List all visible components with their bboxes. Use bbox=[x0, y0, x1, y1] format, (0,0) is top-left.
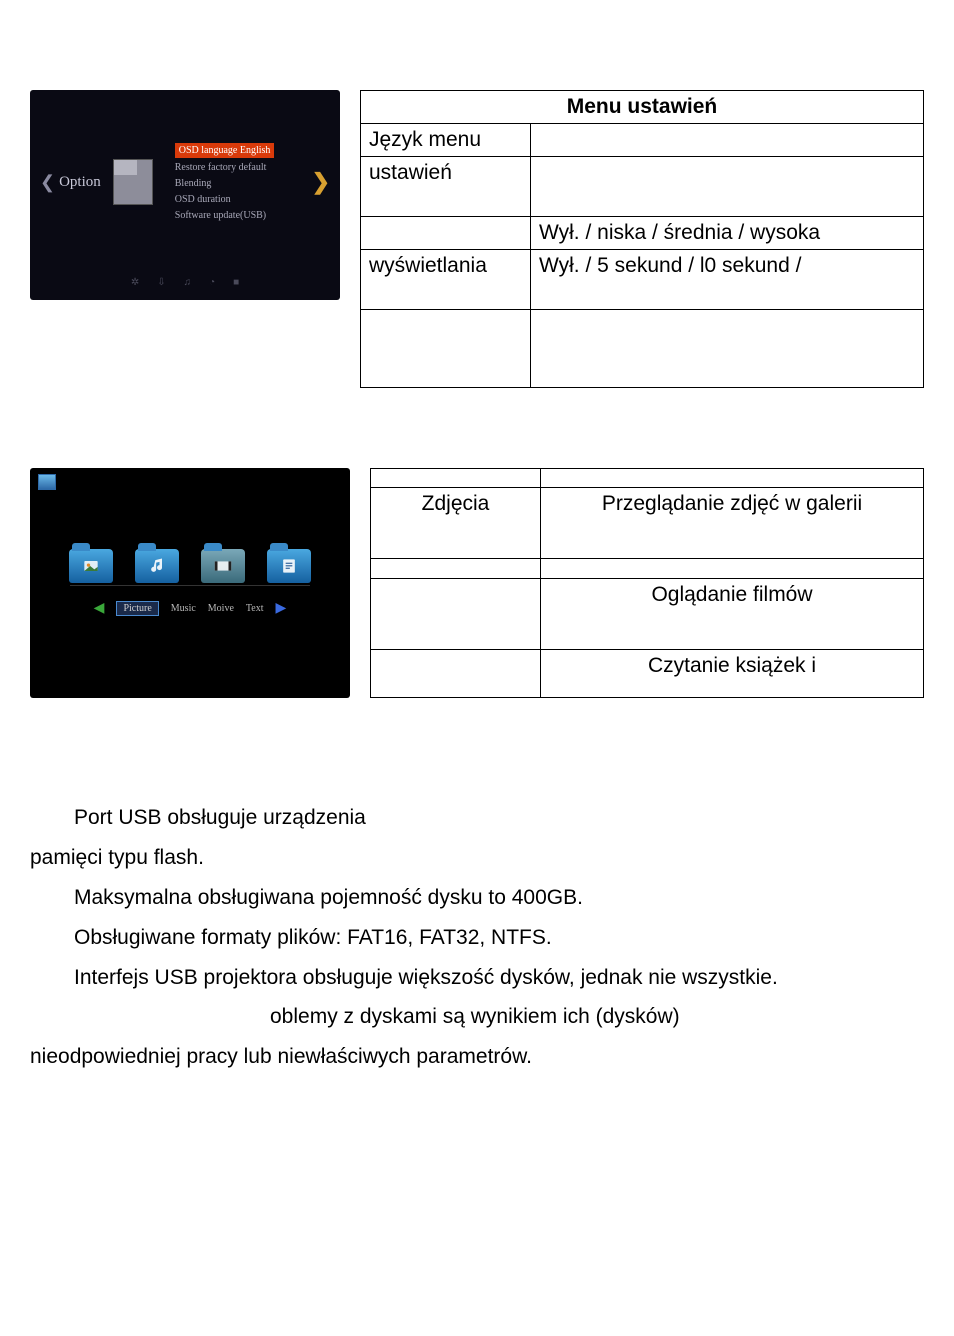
para-line-4: Obsługiwane formaty plików: FAT16, FAT32… bbox=[30, 918, 924, 958]
para-line-7: nieodpowiedniej pracy lub niewłaściwych … bbox=[30, 1037, 924, 1077]
option-bottom-bar: ✲ ⇩ ♫ ◔ ■ bbox=[40, 277, 330, 292]
settings-row-restore-c1: ustawień bbox=[361, 157, 531, 217]
note-icon: ♫ bbox=[184, 277, 192, 288]
media-row2-c1 bbox=[371, 559, 541, 578]
option-item-duration: OSD duration bbox=[175, 193, 275, 206]
tag-icon: ⇩ bbox=[157, 277, 165, 288]
settings-table-title: Menu ustawień bbox=[361, 91, 924, 124]
arrow-left-icon: ◀ bbox=[94, 600, 105, 617]
media-row-text-c1 bbox=[371, 650, 541, 698]
para-line-2: pamięci typu flash. bbox=[30, 838, 924, 878]
option-menu-left: ❮ Option bbox=[40, 159, 153, 205]
media-row-photos-c2: Przeglądanie zdjęć w galerii bbox=[541, 488, 924, 559]
settings-row-display-c2: Wył. / 5 sekund / l0 sekund / bbox=[531, 250, 924, 310]
media-row2-c2 bbox=[541, 559, 924, 578]
para-line-5: Interfejs USB projektora obsługuje więks… bbox=[30, 958, 924, 998]
option-menu-list: OSD language English Restore factory def… bbox=[175, 143, 275, 222]
media-tab-text: Text bbox=[246, 603, 264, 614]
screenshot-option-menu: ❮ Option OSD language English Restore fa… bbox=[30, 90, 340, 300]
media-row-text-c2: Czytanie książek i bbox=[541, 650, 924, 698]
option-item-restore: Restore factory default bbox=[175, 161, 275, 174]
arrow-right-icon: ▶ bbox=[276, 600, 287, 617]
settings-table: Menu ustawień Język menu ustawień Wył. /… bbox=[360, 90, 924, 388]
media-row-photos-c1: Zdjęcia bbox=[371, 488, 541, 559]
media-tabs: ◀ Picture Music Moive Text ▶ bbox=[94, 600, 287, 617]
settings-row-empty-c1 bbox=[361, 310, 531, 388]
folder-text-icon bbox=[267, 549, 311, 583]
settings-row-display-c1: wyświetlania bbox=[361, 250, 531, 310]
para-line-6: oblemy z dyskami są wynikiem ich (dysków… bbox=[30, 997, 924, 1037]
settings-row-blend-c2: Wył. / niska / średnia / wysoka bbox=[531, 217, 924, 250]
option-item-update: Software update(USB) bbox=[175, 209, 275, 222]
settings-row-lang-c1: Język menu bbox=[361, 124, 531, 157]
body-text: Port USB obsługuje urządzenia pamięci ty… bbox=[30, 798, 924, 1077]
media-row0-c1 bbox=[371, 469, 541, 488]
option-menu-label: Option bbox=[59, 174, 101, 191]
folder-picture-icon bbox=[69, 549, 113, 583]
settings-row-empty-c2 bbox=[531, 310, 924, 388]
chevron-left-icon: ❮ bbox=[40, 173, 55, 191]
clock-icon: ◔ bbox=[209, 277, 215, 288]
media-tab-movie: Moive bbox=[208, 603, 234, 614]
settings-row-lang-c2 bbox=[531, 124, 924, 157]
option-item-osd-language: OSD language English bbox=[175, 143, 275, 158]
para-line-3: Maksymalna obsługiwana pojemność dysku t… bbox=[30, 878, 924, 918]
media-folder-row bbox=[69, 549, 311, 583]
monitor-icon bbox=[38, 474, 56, 490]
chevron-right-icon: ❯ bbox=[312, 169, 330, 195]
screenshot-media-menu: ◀ Picture Music Moive Text ▶ bbox=[30, 468, 350, 698]
settings-row-restore-c2 bbox=[531, 157, 924, 217]
option-thumb-icon bbox=[113, 159, 153, 205]
folder-music-icon bbox=[135, 549, 179, 583]
settings-row-blend-c1 bbox=[361, 217, 531, 250]
media-row-movies-c1 bbox=[371, 578, 541, 649]
option-item-blending: Blending bbox=[175, 177, 275, 190]
media-tab-music: Music bbox=[171, 603, 196, 614]
media-tab-picture: Picture bbox=[116, 601, 158, 616]
stop-icon: ■ bbox=[233, 277, 239, 288]
para-line-1: Port USB obsługuje urządzenia bbox=[30, 798, 924, 838]
folder-movie-icon bbox=[201, 549, 245, 583]
media-row0-c2 bbox=[541, 469, 924, 488]
media-row-movies-c2: Oglądanie filmów bbox=[541, 578, 924, 649]
gear-icon: ✲ bbox=[131, 277, 139, 288]
media-table: Zdjęcia Przeglądanie zdjęć w galerii Ogl… bbox=[370, 468, 924, 698]
